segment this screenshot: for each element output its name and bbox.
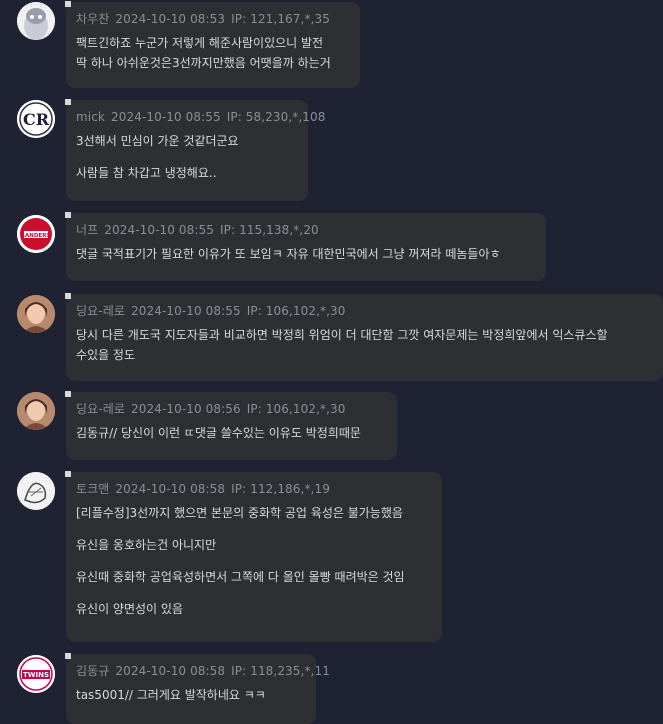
comment-ip: IP: 106,102,*,30 xyxy=(246,304,346,318)
svg-text:LANDERS: LANDERS xyxy=(22,233,51,239)
author-name[interactable]: 차우찬 xyxy=(76,12,109,26)
svg-text:TWINS: TWINS xyxy=(23,671,49,679)
author-name[interactable]: 딩요-레로 xyxy=(76,402,125,416)
mascot-character-icon[interactable] xyxy=(17,2,55,40)
comment-text: 3선해서 민심이 가운 것같더군요 xyxy=(76,134,239,148)
comment-text: [리플수정]3선까지 했으면 본문의 중화학 공업 육성은 불가능했음 xyxy=(76,506,403,520)
comment-date: 2024-10-10 08:55 xyxy=(131,304,241,318)
landers-logo-icon[interactable]: LANDERS xyxy=(17,215,55,253)
comment-ip: IP: 58,230,*,108 xyxy=(226,110,326,124)
comment-bubble: mick 2024-10-10 08:55 IP: 58,230,*,108 3선해… xyxy=(65,99,325,201)
comment-meta: 토크맨 2024-10-10 08:58 IP: 112,186,*,19 xyxy=(76,480,430,498)
comment-text: 유신때 중화학 공업육성하면서 그쪽에 다 올인 몰빵 때려박은 것임 xyxy=(76,570,405,584)
comment-date: 2024-10-10 08:58 xyxy=(115,482,226,496)
author-name[interactable]: 너프 xyxy=(76,223,98,237)
comment-text: 사람들 참 차갑고 냉정해요.. xyxy=(76,166,217,180)
comment-meta: 딩요-레로 2024-10-10 08:56 IP: 106,102,*,30 xyxy=(76,400,385,418)
comment-ip: IP: 118,235,*,11 xyxy=(231,664,330,678)
comment-bubble: 딩요-레로 2024-10-10 08:56 IP: 106,102,*,30 김동… xyxy=(65,391,397,460)
comment-meta: 김동규 2024-10-10 08:58 IP: 118,235,*,11 xyxy=(76,662,330,680)
comment-text: 유신을 옹호하는건 아니지만 xyxy=(76,538,217,552)
comment-date: 2024-10-10 08:56 xyxy=(131,402,241,416)
comment-ip: IP: 106,102,*,30 xyxy=(246,402,346,416)
svg-text:CR: CR xyxy=(23,110,50,129)
sketch-drawing-icon[interactable] xyxy=(17,472,55,510)
comment-text: 당시 다른 개도국 지도자들과 비교하면 박정희 위엄이 더 대단함 그깟 여자… xyxy=(76,328,608,362)
author-name[interactable]: 딩요-레로 xyxy=(76,304,125,318)
comment-text: 김동규// 당신이 이런 ㄸ댓글 쓸수있는 이유도 박정희때문 xyxy=(76,426,361,440)
twins-logo-icon[interactable]: TWINS xyxy=(17,655,55,693)
comment-bubble: 차우찬 2024-10-10 08:53 IP: 121,167,*,35 팩트긴하… xyxy=(65,1,360,88)
author-name[interactable]: 토크맨 xyxy=(76,482,109,496)
comment-date: 2024-10-10 08:55 xyxy=(110,110,221,124)
comment-meta: 차우찬 2024-10-10 08:53 IP: 121,167,*,35 xyxy=(76,10,348,28)
author-name[interactable]: 김동규 xyxy=(76,664,109,678)
comment-bubble: 너프 2024-10-10 08:55 IP: 115,138,*,20 댓글 국적… xyxy=(65,212,546,281)
comment-meta: 너프 2024-10-10 08:55 IP: 115,138,*,20 xyxy=(76,221,534,239)
comment-text: tas5001// 그러게요 발작하네요 ㅋㅋ xyxy=(76,688,266,702)
user-photo-icon[interactable] xyxy=(17,295,55,333)
comment-ip: IP: 112,186,*,19 xyxy=(231,482,330,496)
author-name[interactable]: mick xyxy=(76,110,105,124)
comment-text: 댓글 국적표기가 필요한 이유가 또 보임ㅋ 자유 대한민국에서 그냥 꺼져라 … xyxy=(76,247,501,261)
comment-date: 2024-10-10 08:58 xyxy=(115,664,226,678)
comment-ip: IP: 121,167,*,35 xyxy=(231,12,330,26)
comment-meta: mick 2024-10-10 08:55 IP: 58,230,*,108 xyxy=(76,108,325,126)
comment-meta: 딩요-레로 2024-10-10 08:55 IP: 106,102,*,30 xyxy=(76,302,651,320)
comment-ip: IP: 115,138,*,20 xyxy=(220,223,319,237)
comment-bubble: 딩요-레로 2024-10-10 08:55 IP: 106,102,*,30 당시… xyxy=(65,293,663,381)
comment-date: 2024-10-10 08:53 xyxy=(115,12,226,26)
comment-text: 팩트긴하죠 누군가 저렇게 해준사람이있으니 발전 딱 하나 아쉬운것은3선까지… xyxy=(76,36,331,70)
comment-text: 유신이 양면성이 있음 xyxy=(76,602,183,616)
user-photo-icon[interactable] xyxy=(17,392,55,430)
rockies-logo-icon[interactable]: CR xyxy=(17,100,55,138)
comment-bubble: 토크맨 2024-10-10 08:58 IP: 112,186,*,19 [리플수… xyxy=(65,471,442,642)
comment-date: 2024-10-10 08:55 xyxy=(104,223,215,237)
comment-bubble: 김동규 2024-10-10 08:58 IP: 118,235,*,11 tas5… xyxy=(65,653,330,724)
